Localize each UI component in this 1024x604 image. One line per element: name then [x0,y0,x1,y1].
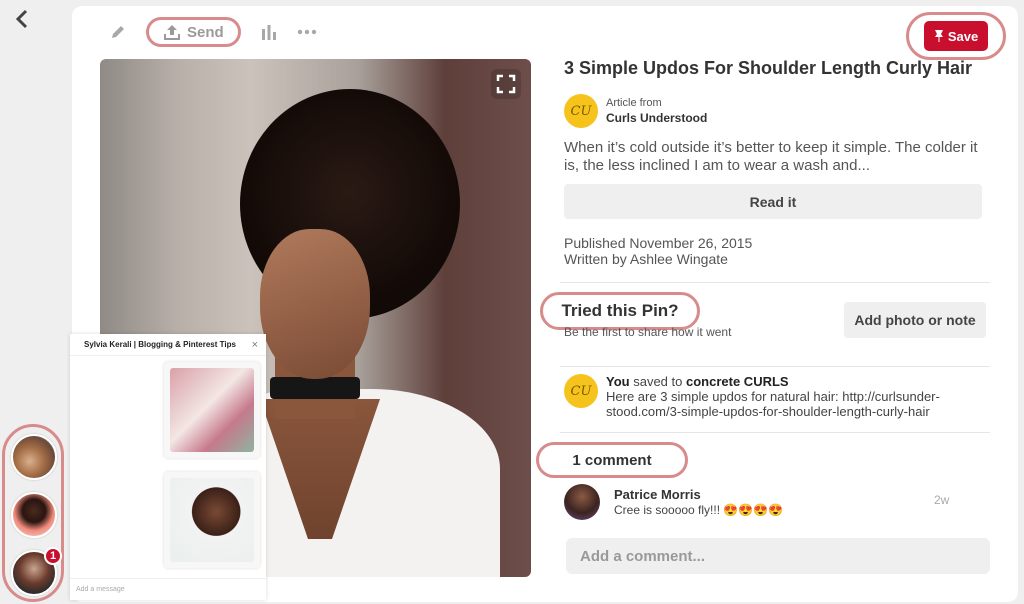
chat-pin-image [170,368,254,452]
pin-icon [934,30,943,42]
save-button[interactable]: Save [924,21,988,51]
avatar[interactable] [11,434,57,480]
chat-pin-thumbnail[interactable] [164,362,260,458]
upload-icon [164,25,180,40]
chat-message-input[interactable]: Add a message [70,578,266,600]
save-label: Save [947,28,979,44]
saved-to-text: saved to [633,374,683,389]
source-name[interactable]: Curls Understood [606,111,707,125]
save-highlight: Save [906,12,1006,60]
more-options-icon[interactable] [297,22,317,42]
divider [560,366,990,367]
avatar[interactable] [11,492,57,538]
pin-description: When it’s cold outside it’s better to ke… [564,139,978,174]
saved-logo: CU [564,374,598,408]
comment-author[interactable]: Patrice Morris [614,487,783,502]
saved-user[interactable]: You [606,374,630,389]
comment-item: Patrice Morris Cree is sooooo fly!!! 😍😍😍… [564,484,954,520]
source-block[interactable]: CU Article from Curls Understood [564,94,707,128]
back-button[interactable] [10,6,34,32]
add-comment-input[interactable]: Add a comment... [566,538,990,574]
chat-title: Sylvia Kerali | Blogging & Pinterest Tip… [84,340,236,349]
edit-icon[interactable] [108,22,128,42]
saved-note: Here are 3 simple updos for natural hair… [606,389,940,419]
stats-icon[interactable] [259,22,279,42]
divider [560,432,990,433]
send-label: Send [187,23,224,41]
divider [560,282,990,283]
chat-pin-thumbnail[interactable] [164,472,260,568]
author: Written by Ashlee Wingate [564,251,728,267]
pin-title[interactable]: 3 Simple Updos For Shoulder Length Curly… [564,58,972,79]
read-it-button[interactable]: Read it [564,184,982,219]
photo-face [260,229,370,379]
pin-meta: Published November 26, 2015 Written by A… [564,235,752,267]
comments-title: 1 comment [536,442,688,478]
tried-pin-subtitle: Be the first to share how it went [564,325,732,339]
saved-board[interactable]: concrete CURLS [686,374,789,389]
chat-window: Sylvia Kerali | Blogging & Pinterest Tip… [70,334,266,600]
send-button[interactable]: Send [146,17,241,47]
chevron-left-icon [15,9,28,29]
chat-header: Sylvia Kerali | Blogging & Pinterest Tip… [70,334,266,356]
comment-text: Cree is sooooo fly!!! 😍😍😍😍 [614,503,784,517]
source-prefix: Article from [606,97,662,109]
expand-icon[interactable] [491,69,521,99]
saved-activity: CU You saved to concrete CURLS Here are … [564,374,966,419]
comment-time: 2w [934,493,950,507]
source-logo: CU [564,94,598,128]
close-icon[interactable]: × [252,339,258,351]
photo-choker [270,377,360,399]
pin-toolbar: Send [108,17,317,47]
chat-pin-image [170,478,254,562]
published-date: Published November 26, 2015 [564,235,753,251]
notification-badge: 1 [44,547,62,565]
add-photo-button[interactable]: Add photo or note [844,302,986,338]
avatar[interactable] [564,484,600,520]
